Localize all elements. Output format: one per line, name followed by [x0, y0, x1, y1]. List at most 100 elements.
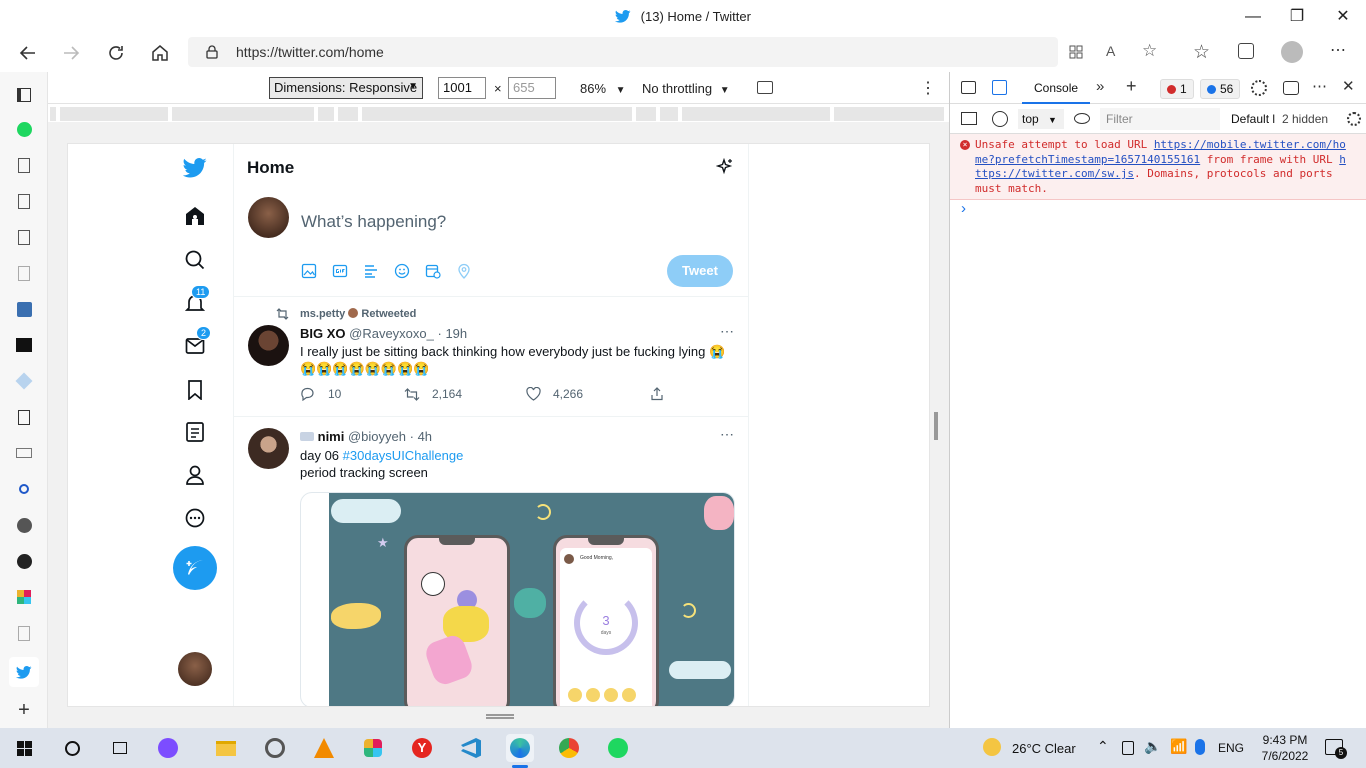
- markdown-icon[interactable]: [12, 441, 36, 465]
- tweet-time[interactable]: · 19h: [438, 326, 468, 341]
- log-levels-select[interactable]: Default l: [1231, 112, 1275, 126]
- error-link[interactable]: ttps://twitter.com/sw.js: [975, 167, 1134, 180]
- poll-icon[interactable]: [363, 263, 379, 279]
- yandex-icon[interactable]: Y: [408, 734, 436, 762]
- width-input[interactable]: 1001: [438, 77, 486, 99]
- apps-icon[interactable]: [1068, 44, 1084, 60]
- app-icon[interactable]: [261, 734, 289, 762]
- language-indicator[interactable]: ENG: [1218, 741, 1244, 755]
- close-devtools-icon[interactable]: ✕: [1342, 77, 1355, 95]
- bluetooth-icon[interactable]: [1195, 739, 1205, 755]
- edge-icon[interactable]: [506, 734, 534, 762]
- dimensions-select[interactable]: Dimensions: Responsive ▼: [269, 77, 423, 99]
- retweet-action[interactable]: 2,164: [404, 387, 462, 401]
- vscode-icon[interactable]: [457, 734, 485, 762]
- zoom-select[interactable]: 86% ▼: [580, 81, 626, 96]
- collections-icon[interactable]: [1238, 43, 1254, 59]
- share-action[interactable]: [650, 387, 664, 401]
- location-icon[interactable]: [456, 263, 472, 279]
- read-aloud-icon[interactable]: A: [1106, 43, 1115, 59]
- live-expression-icon[interactable]: [1074, 113, 1090, 124]
- more-options-icon[interactable]: ⋮: [920, 78, 936, 98]
- ruler-segment[interactable]: [362, 107, 634, 121]
- windows-start-icon[interactable]: [10, 734, 38, 762]
- twitter-tab-icon[interactable]: [9, 657, 39, 687]
- ruler-segment[interactable]: [338, 107, 360, 121]
- forward-button[interactable]: [58, 40, 84, 66]
- close-window-button[interactable]: ✕: [1320, 6, 1366, 28]
- diamond-icon[interactable]: [12, 369, 36, 393]
- tweet-author-handle[interactable]: @bioyyeh: [348, 429, 406, 444]
- favorites-icon[interactable]: ☆: [1193, 41, 1210, 64]
- resize-handle[interactable]: [486, 714, 514, 719]
- file-explorer-icon[interactable]: [212, 734, 240, 762]
- add-tab-icon[interactable]: +: [1126, 76, 1137, 97]
- search-icon[interactable]: [58, 734, 86, 762]
- hashtag-link[interactable]: #30daysUIChallenge: [343, 448, 464, 463]
- refresh-button[interactable]: [103, 40, 129, 66]
- ruler-segment[interactable]: [60, 107, 170, 121]
- tweet-author-avatar[interactable]: [248, 428, 289, 469]
- chrome-icon[interactable]: [555, 734, 583, 762]
- page-icon[interactable]: [12, 153, 36, 177]
- page-icon[interactable]: [12, 621, 36, 645]
- height-input[interactable]: 655: [508, 77, 556, 99]
- inspect-icon[interactable]: [961, 81, 976, 94]
- vlc-icon[interactable]: [310, 734, 338, 762]
- device-icon[interactable]: [1122, 741, 1134, 755]
- tweet-card[interactable]: ms.petty Retweeted BIG XO @Raveyxoxo_ · …: [234, 297, 749, 416]
- home-nav-icon[interactable]: [182, 203, 208, 229]
- tab-actions-icon[interactable]: [12, 83, 36, 107]
- bookmarks-nav-icon[interactable]: [182, 377, 208, 403]
- context-select[interactable]: top ▼: [1018, 109, 1064, 129]
- clock-time[interactable]: 9:43 PM: [1260, 733, 1310, 747]
- filter-input[interactable]: Filter: [1100, 108, 1220, 130]
- back-button[interactable]: [15, 40, 41, 66]
- profile-nav-icon[interactable]: [182, 462, 208, 488]
- app-icon[interactable]: [154, 734, 182, 762]
- console-prompt[interactable]: ›: [961, 200, 966, 217]
- more-options-icon[interactable]: ⋯: [1312, 77, 1327, 95]
- add-tab-icon[interactable]: +: [12, 698, 36, 722]
- page-icon[interactable]: [12, 225, 36, 249]
- console-settings-icon[interactable]: [1347, 112, 1361, 126]
- settings-more-icon[interactable]: ⋯: [1330, 40, 1346, 60]
- spotify-icon[interactable]: [12, 117, 36, 141]
- task-view-icon[interactable]: [106, 734, 134, 762]
- error-count-badge[interactable]: 1: [1160, 79, 1194, 99]
- tweet-author-name[interactable]: nimi: [318, 429, 345, 444]
- error-link[interactable]: h: [1339, 153, 1346, 166]
- sidebar-toggle-icon[interactable]: [961, 112, 977, 125]
- media-icon[interactable]: [301, 263, 317, 279]
- clear-console-icon[interactable]: [992, 111, 1008, 127]
- notifications-nav-icon[interactable]: 11: [182, 285, 211, 316]
- tweet-media[interactable]: ★ Good Morning, 3 days: [300, 492, 735, 706]
- device-toggle-icon[interactable]: [992, 80, 1007, 95]
- error-link[interactable]: https://mobile.twitter.com/ho: [1154, 138, 1346, 151]
- emoji-icon[interactable]: [394, 263, 410, 279]
- lists-nav-icon[interactable]: [182, 419, 208, 445]
- slack-icon[interactable]: [359, 734, 387, 762]
- compose-tweet-button[interactable]: [173, 546, 217, 590]
- home-button[interactable]: [147, 40, 173, 66]
- page-icon[interactable]: [12, 189, 36, 213]
- messages-nav-icon[interactable]: 2: [182, 326, 212, 359]
- volume-icon[interactable]: 🔈: [1144, 738, 1161, 755]
- customize-icon[interactable]: [1283, 81, 1299, 95]
- more-tabs-icon[interactable]: »: [1096, 78, 1104, 95]
- ruler-segment[interactable]: [834, 107, 946, 121]
- minimize-button[interactable]: —: [1230, 6, 1276, 28]
- like-action[interactable]: 4,266: [526, 387, 583, 401]
- tweet-author-avatar[interactable]: [248, 325, 289, 366]
- settings-gear-icon[interactable]: [1251, 80, 1267, 96]
- slack-icon[interactable]: [12, 585, 36, 609]
- more-nav-icon[interactable]: [182, 505, 208, 531]
- tweet-card[interactable]: nimi @bioyyeh · 4h ⋯ day 06 #30daysUICha…: [234, 417, 749, 706]
- tweet-more-icon[interactable]: ⋯: [720, 426, 734, 443]
- gif-icon[interactable]: [332, 263, 348, 279]
- ruler-segment[interactable]: [172, 107, 316, 121]
- resize-handle[interactable]: [934, 412, 938, 440]
- github-icon[interactable]: [12, 549, 36, 573]
- compose-input[interactable]: What’s happening?: [301, 212, 446, 232]
- tweet-author-handle[interactable]: @Raveyxoxo_: [349, 326, 434, 341]
